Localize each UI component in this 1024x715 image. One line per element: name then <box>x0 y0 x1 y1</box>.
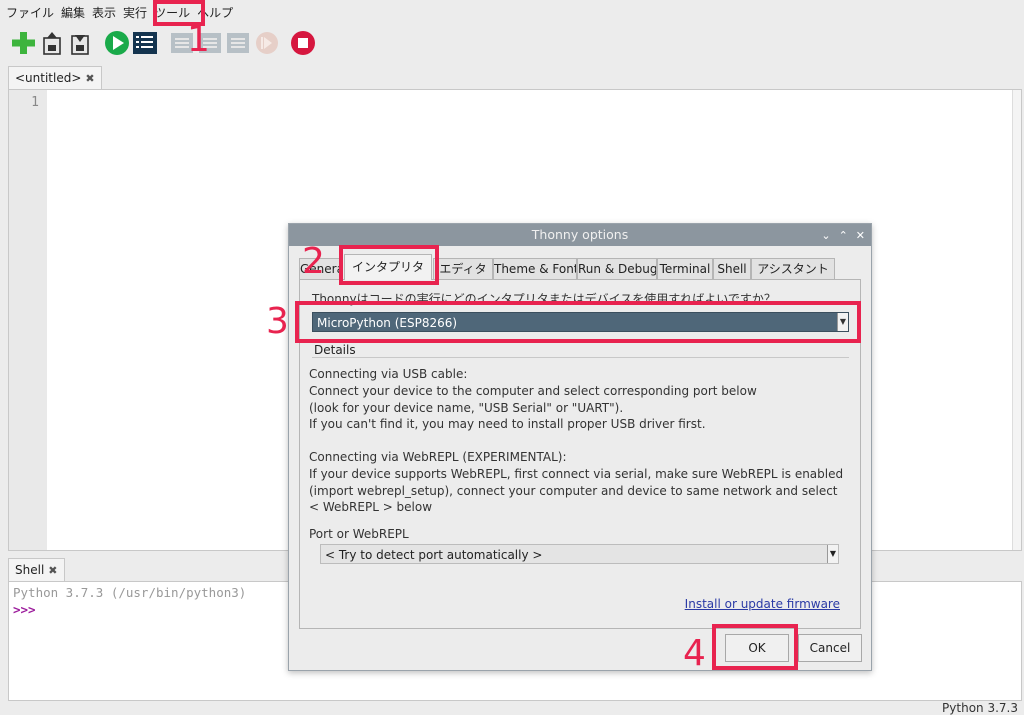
annotation-number: 3 <box>266 301 289 342</box>
shell-banner: Python 3.7.3 (/usr/bin/python3) <box>13 585 247 600</box>
tab-shell[interactable]: Shell <box>713 258 751 280</box>
tab-assistant[interactable]: アシスタント <box>751 258 835 280</box>
chevron-down-icon[interactable]: ▼ <box>827 545 838 563</box>
close-icon[interactable]: ✖ <box>85 72 94 85</box>
shell-prompt: >>> <box>13 602 36 617</box>
new-icon[interactable] <box>10 30 36 56</box>
close-icon[interactable]: ✕ <box>856 229 865 242</box>
details-line: If your device supports WebREPL, first c… <box>309 467 844 481</box>
annotation-number: 4 <box>683 633 706 674</box>
shell-tab-label: Shell <box>15 563 45 577</box>
details-line: If you can't find it, you may need to in… <box>309 417 706 431</box>
debug-icon[interactable] <box>132 30 158 56</box>
open-icon[interactable] <box>39 30 65 56</box>
status-bar: Python 3.7.3 <box>942 701 1018 715</box>
editor-tab[interactable]: <untitled> ✖ <box>8 66 102 89</box>
minimize-icon[interactable]: ⌄ <box>821 229 830 242</box>
options-dialog: Thonny options ⌄ ⌃ ✕ General インタプリタ エディタ… <box>288 223 872 671</box>
menu-run[interactable]: 実行 <box>116 4 147 21</box>
details-line: Connecting via WebREPL (EXPERIMENTAL): <box>309 450 567 464</box>
close-icon[interactable]: ✖ <box>48 564 57 577</box>
details-line: (look for your device name, "USB Serial"… <box>309 401 624 415</box>
install-firmware-link[interactable]: Install or update firmware <box>685 597 840 611</box>
details-line: < WebREPL > below <box>309 500 433 514</box>
details-label: Details <box>314 343 356 357</box>
maximize-icon[interactable]: ⌃ <box>839 229 848 242</box>
port-label: Port or WebREPL <box>309 527 409 541</box>
run-icon[interactable] <box>104 30 130 56</box>
line-gutter: 1 <box>9 90 47 550</box>
menu-view[interactable]: 表示 <box>85 4 116 21</box>
editor-tab-label: <untitled> <box>15 71 82 85</box>
cancel-button[interactable]: Cancel <box>798 634 862 662</box>
tab-interpreter[interactable]: インタプリタ <box>344 254 432 280</box>
annotation-number: 1 <box>187 19 210 60</box>
line-number: 1 <box>31 95 39 110</box>
tab-editor[interactable]: エディタ <box>433 258 493 280</box>
highlight-ok-button <box>712 624 798 670</box>
menu-file[interactable]: ファイル <box>0 4 54 21</box>
details-line: Connecting via USB cable: <box>309 367 468 381</box>
step-out-icon[interactable] <box>225 30 251 56</box>
port-selected-value: < Try to detect port automatically > <box>325 548 543 562</box>
tab-terminal[interactable]: Terminal <box>657 258 713 280</box>
details-line: (import webrepl_setup), connect your com… <box>309 484 838 498</box>
resume-icon[interactable] <box>254 30 280 56</box>
save-icon[interactable] <box>67 30 93 56</box>
annotation-number: 2 <box>302 241 325 282</box>
port-select[interactable]: < Try to detect port automatically > ▼ <box>320 544 839 564</box>
stop-icon[interactable] <box>290 30 316 56</box>
tab-theme-font[interactable]: Theme & Font <box>493 258 577 280</box>
highlight-interpreter-select <box>295 301 861 343</box>
editor-scrollbar[interactable] <box>1012 90 1021 550</box>
dialog-title: Thonny options <box>289 224 871 246</box>
tab-run-debug[interactable]: Run & Debug <box>577 258 657 280</box>
menu-edit[interactable]: 編集 <box>54 4 85 21</box>
details-line: Connect your device to the computer and … <box>309 384 757 398</box>
window-controls: ⌄ ⌃ ✕ <box>821 224 865 246</box>
shell-tab[interactable]: Shell ✖ <box>8 558 65 581</box>
toolbar <box>0 28 1024 60</box>
